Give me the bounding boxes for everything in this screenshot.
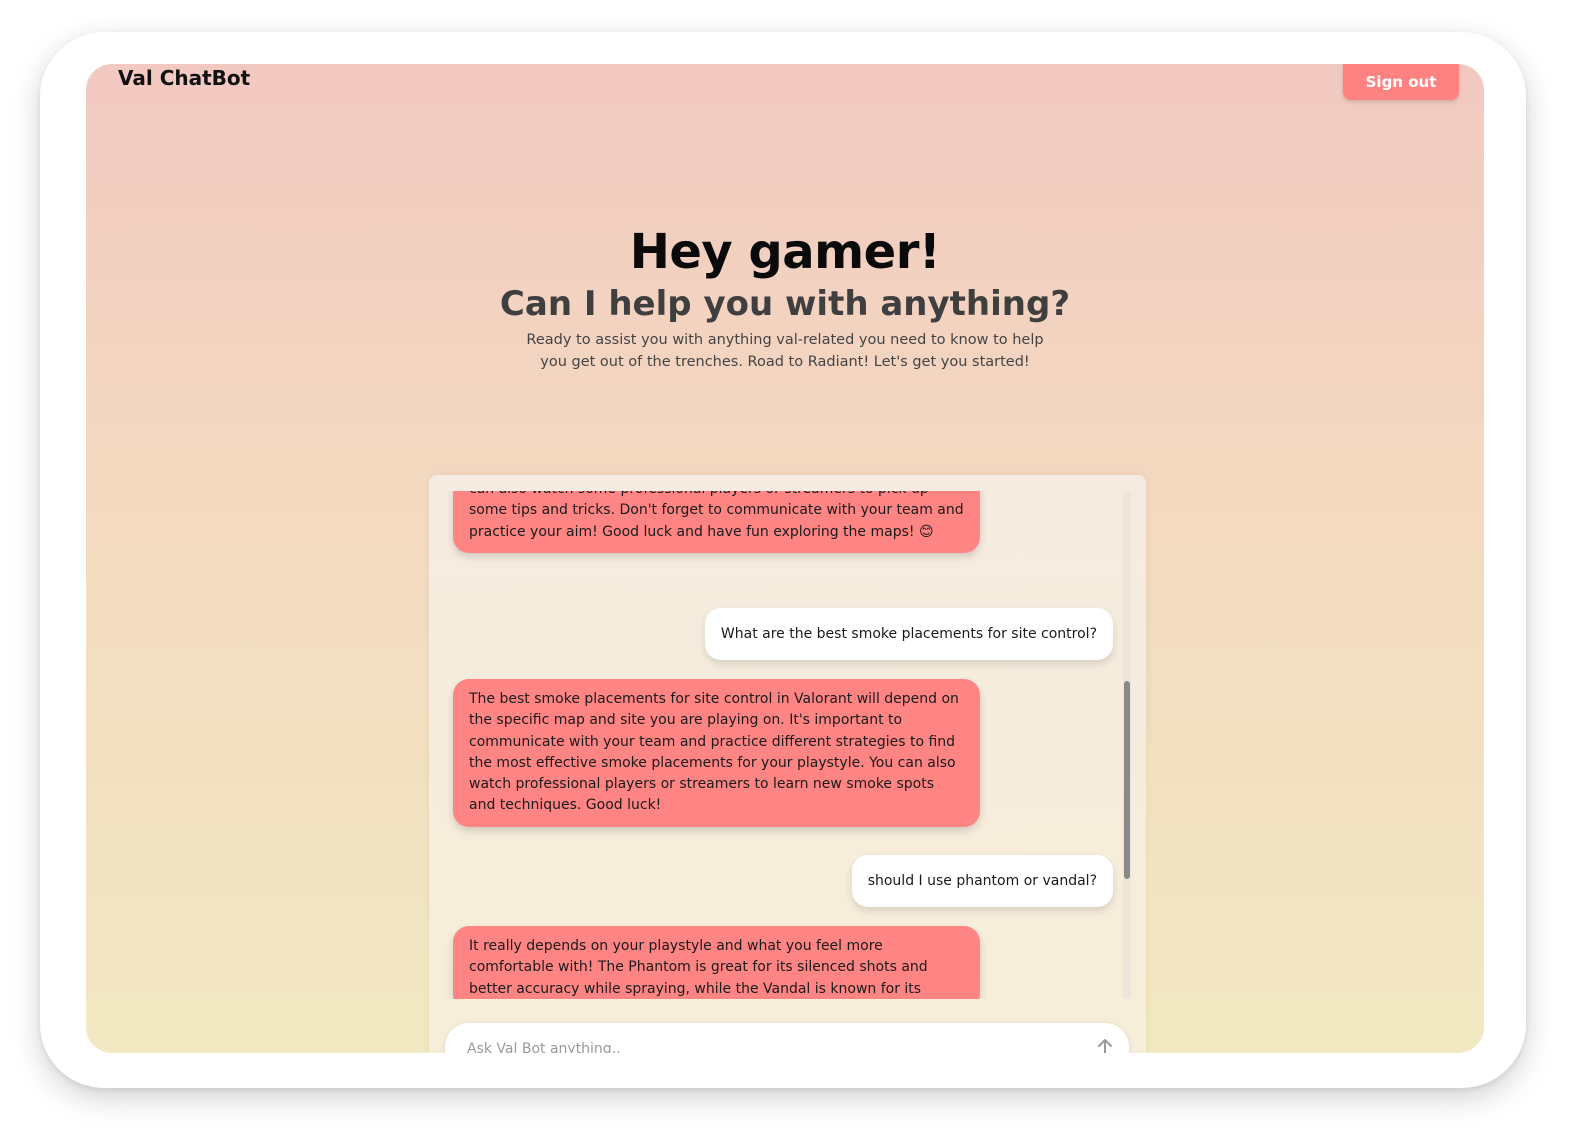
brand-logo-text[interactable]: Val ChatBot	[118, 66, 250, 90]
hero-subtitle: Can I help you with anything?	[499, 284, 1071, 324]
user-message: should I use phantom or vandal?	[851, 855, 1113, 907]
bot-message: The best smoke placements for site contr…	[453, 679, 980, 827]
sign-out-button[interactable]: Sign out	[1343, 64, 1459, 100]
chat-panel: can also watch some professional players…	[429, 475, 1146, 1053]
chat-messages[interactable]: can also watch some professional players…	[429, 491, 1125, 999]
hero-title: Hey gamer!	[629, 224, 941, 280]
user-message: What are the best smoke placements for s…	[704, 608, 1113, 660]
app-screen: Val ChatBot Sign out Hey gamer! Can I he…	[86, 64, 1484, 1053]
chat-scrollbar[interactable]	[1123, 491, 1131, 999]
bot-message: can also watch some professional players…	[453, 491, 980, 553]
chat-input-bar	[445, 1023, 1129, 1053]
chat-scrollbar-thumb[interactable]	[1124, 681, 1130, 879]
chat-input[interactable]	[465, 1037, 1069, 1053]
arrow-up-icon[interactable]	[1093, 1035, 1117, 1053]
bot-message: It really depends on your playstyle and …	[453, 926, 980, 999]
hero-description: Ready to assist you with anything val-re…	[526, 332, 1044, 370]
